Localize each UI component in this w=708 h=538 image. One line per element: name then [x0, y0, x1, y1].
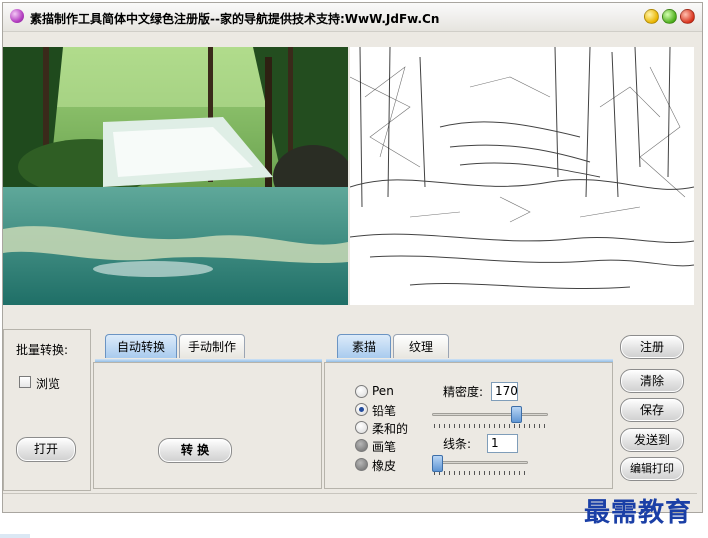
send-to-button[interactable]: 发送到 [620, 428, 684, 452]
convert-button[interactable]: 转 换 [158, 438, 232, 463]
lines-label: 线条: [443, 437, 472, 451]
radio-selected-dot [359, 407, 364, 412]
minimize-icon[interactable] [644, 9, 659, 24]
close-icon[interactable] [680, 9, 695, 24]
lines-slider-track[interactable] [432, 461, 528, 464]
auto-convert-panel [93, 362, 322, 489]
precision-slider-ticks [434, 424, 547, 428]
radio-soft[interactable] [355, 421, 368, 434]
open-button[interactable]: 打开 [16, 437, 76, 462]
browse-checkbox[interactable] [19, 376, 31, 388]
browse-label: 浏览 [36, 377, 61, 391]
clear-button[interactable]: 清除 [620, 369, 684, 393]
edit-print-button[interactable]: 编辑打印 [620, 457, 684, 481]
precision-input[interactable]: 170 [491, 382, 518, 401]
radio-brush[interactable] [355, 439, 368, 452]
maximize-icon[interactable] [662, 9, 677, 24]
radio-pencil-label: 铅笔 [372, 404, 397, 418]
radio-soft-label: 柔和的 [372, 422, 409, 436]
original-photo [3, 47, 348, 305]
radio-brush-label: 画笔 [372, 440, 397, 454]
radio-eraser[interactable] [355, 458, 368, 471]
lines-slider-ticks [434, 471, 526, 475]
app-icon [10, 9, 24, 23]
precision-slider-thumb[interactable] [511, 406, 522, 423]
radio-pen-label: Pen [372, 384, 394, 398]
tab-auto-convert[interactable]: 自动转换 [105, 334, 177, 358]
radio-eraser-label: 橡皮 [372, 459, 397, 473]
radio-pencil[interactable] [355, 403, 368, 416]
taskbar-fragment [0, 534, 30, 538]
precision-label: 精密度: [443, 385, 484, 399]
radio-pen[interactable] [355, 385, 368, 398]
save-button[interactable]: 保存 [620, 398, 684, 422]
watermark-text: 最需教育 [584, 498, 693, 528]
batch-label: 批量转换: [16, 343, 69, 357]
register-button[interactable]: 注册 [620, 335, 684, 359]
lines-input[interactable]: 1 [487, 434, 518, 453]
precision-slider-track[interactable] [432, 413, 548, 416]
tab-sketch[interactable]: 素描 [337, 334, 391, 358]
tab-texture[interactable]: 纹理 [393, 334, 449, 358]
lines-slider-thumb[interactable] [432, 455, 443, 472]
sketch-preview [350, 47, 694, 305]
tab-manual[interactable]: 手动制作 [179, 334, 245, 358]
window-title: 素描制作工具简体中文绿色注册版--家的导航提供技术支持:WwW.JdFw.Cn [30, 12, 440, 26]
title-bar[interactable]: 素描制作工具简体中文绿色注册版--家的导航提供技术支持:WwW.JdFw.Cn [3, 3, 702, 32]
